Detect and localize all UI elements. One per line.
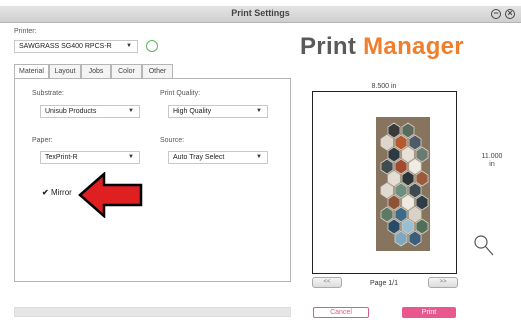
window-title: Print Settings [231,8,290,18]
tab-color[interactable]: Color [111,64,142,79]
source-label: Source: [160,137,185,144]
minimize-icon[interactable]: − [491,9,501,19]
preview-image [376,117,430,251]
cancel-button[interactable]: Cancel [313,307,369,318]
source-value: Auto Tray Select [173,154,225,161]
paper-label: Paper: [32,137,53,144]
prev-page-button[interactable]: << [312,277,342,288]
tab-other[interactable]: Other [142,64,173,79]
printer-value: SAWGRASS SG400 RPCS-R [19,43,112,50]
page-height-label: 11.000 [481,153,503,160]
mirror-label: Mirror [50,188,72,197]
chevron-down-icon: ▼ [128,154,134,160]
substrate-select[interactable]: Unisub Products ▼ [40,105,140,118]
print-button[interactable]: Print [402,307,456,318]
paper-select[interactable]: TexPrint-R ▼ [40,151,140,164]
progress-bar [14,307,291,317]
printer-status-icon [146,40,158,52]
title-bar: Print Settings − × [0,6,521,23]
substrate-label: Substrate: [32,90,64,97]
tab-jobs[interactable]: Jobs [81,64,111,79]
chevron-down-icon: ▼ [126,43,132,49]
substrate-value: Unisub Products [45,108,97,115]
tab-layout[interactable]: Layout [49,64,81,79]
print-quality-label: Print Quality: [160,90,201,97]
print-quality-value: High Quality [173,108,212,115]
logo-word-print: Print [300,33,357,60]
logo-word-manager: Manager [363,33,464,60]
next-page-button[interactable]: >> [428,277,458,288]
print-manager-logo: Print Manager [300,33,464,61]
red-arrow-icon [78,172,143,218]
paper-value: TexPrint-R [45,154,78,161]
chevron-down-icon: ▼ [256,154,262,160]
printer-select[interactable]: SAWGRASS SG400 RPCS-R ▼ [14,40,138,53]
zoom-icon[interactable] [473,234,495,263]
mirror-checkbox[interactable]: ✔ Mirror [42,188,72,197]
printer-label: Printer: [14,28,37,35]
print-quality-select[interactable]: High Quality ▼ [168,105,268,118]
close-icon[interactable]: × [505,9,515,19]
page-width-label: 8.500 in [371,83,397,90]
page-height-unit: in [489,161,495,168]
chevron-down-icon: ▼ [256,108,262,114]
chevron-down-icon: ▼ [128,108,134,114]
checkmark-icon: ✔ [42,188,49,197]
source-select[interactable]: Auto Tray Select ▼ [168,151,268,164]
page-indicator: Page 1/1 [369,280,399,287]
tab-material[interactable]: Material [14,64,49,79]
